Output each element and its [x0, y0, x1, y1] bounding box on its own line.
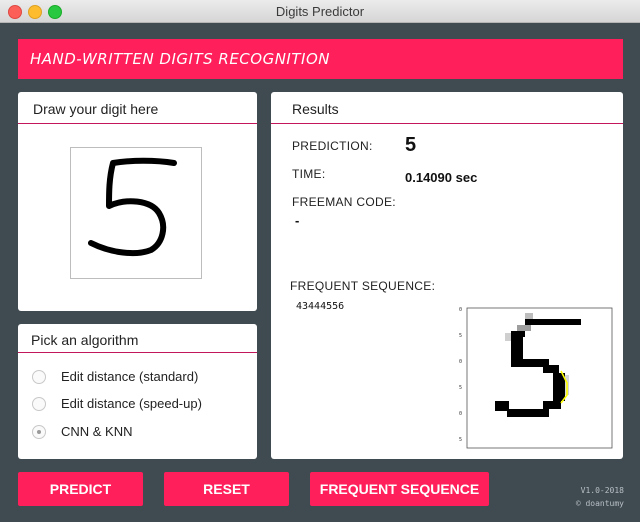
- time-value: 0.14090 sec: [405, 170, 478, 185]
- draw-panel: Draw your digit here: [18, 92, 257, 311]
- plot-tick-0: 0: [459, 307, 462, 313]
- author-text: © doantumy: [575, 499, 624, 508]
- frequent-sequence-plot: 0 5 0 5 0 5: [457, 303, 617, 458]
- frequent-sequence-button[interactable]: FREQUENT SEQUENCE: [310, 472, 489, 506]
- algorithm-panel: Pick an algorithm Edit distance (standar…: [18, 324, 257, 459]
- drawing-canvas[interactable]: [70, 147, 202, 279]
- plot-tick-2: 0: [459, 359, 462, 365]
- app-banner: HAND-WRITTEN DIGITS RECOGNITION: [18, 39, 623, 79]
- digit-pixel-plot: 0 5 0 5 0 5: [459, 307, 613, 449]
- plot-tick-4: 0: [459, 411, 462, 417]
- reset-button[interactable]: RESET: [164, 472, 289, 506]
- plot-tick-3: 5: [459, 385, 462, 391]
- banner-title: HAND-WRITTEN DIGITS RECOGNITION: [30, 50, 330, 68]
- radio-label-edit-distance-standard[interactable]: Edit distance (standard): [61, 369, 198, 384]
- plot-tick-1: 5: [459, 333, 462, 339]
- version-text: V1.0-2018: [580, 486, 624, 495]
- results-panel: Results PREDICTION: 5 TIME: 0.14090 sec …: [271, 92, 623, 459]
- prediction-label: PREDICTION:: [292, 139, 373, 153]
- results-panel-header: Results: [271, 92, 623, 124]
- radio-label-edit-distance-speed-up[interactable]: Edit distance (speed-up): [61, 396, 202, 411]
- radio-label-cnn-knn[interactable]: CNN & KNN: [61, 424, 133, 439]
- radio-edit-distance-speed-up[interactable]: [32, 397, 46, 411]
- results-panel-title: Results: [292, 101, 339, 117]
- draw-panel-header: Draw your digit here: [18, 92, 257, 124]
- title-bar: Digits Predictor: [0, 0, 640, 23]
- algorithm-panel-header: Pick an algorithm: [18, 324, 257, 353]
- window-title: Digits Predictor: [275, 4, 365, 19]
- draw-panel-title: Draw your digit here: [33, 101, 159, 117]
- freeman-code-label: FREEMAN CODE:: [292, 195, 396, 209]
- frequent-sequence-value: 43444556: [296, 301, 345, 312]
- freeman-code-value: -: [295, 213, 300, 228]
- frequent-sequence-label: FREQUENT SEQUENCE:: [290, 279, 436, 293]
- algorithm-panel-title: Pick an algorithm: [31, 332, 139, 348]
- drawn-digit-strokes: [88, 157, 177, 257]
- time-label: TIME:: [292, 167, 326, 181]
- radio-edit-distance-standard[interactable]: [32, 370, 46, 384]
- prediction-value: 5: [405, 134, 417, 156]
- radio-cnn-knn[interactable]: [32, 425, 46, 439]
- predict-button[interactable]: PREDICT: [18, 472, 143, 506]
- plot-tick-5: 5: [459, 437, 462, 443]
